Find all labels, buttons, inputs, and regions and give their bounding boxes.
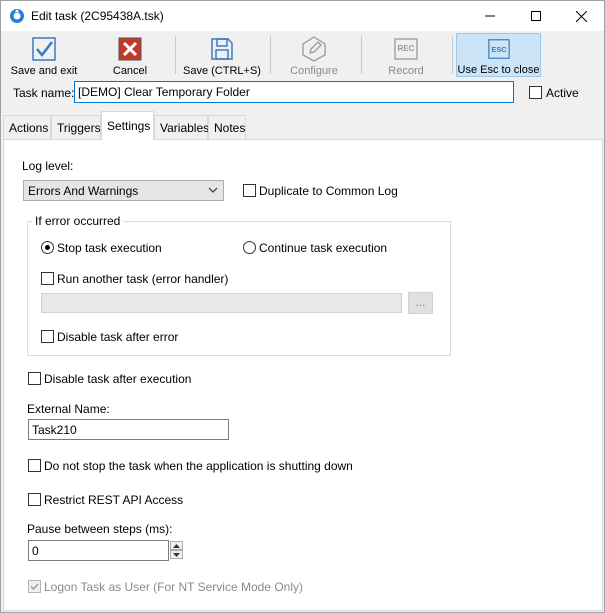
record-icon: REC [394,38,418,60]
browse-button[interactable]: ... [408,292,433,314]
close-button[interactable] [558,1,604,31]
tab-triggers[interactable]: Triggers [51,115,101,139]
toolbar-separator [361,36,362,74]
logon-as-user-checkbox[interactable] [28,580,41,593]
esc-to-close-label: Use Esc to close [457,64,540,76]
continue-execution-radio[interactable] [243,241,256,254]
error-group-title: If error occurred [32,214,124,228]
error-handler-task-input[interactable] [41,293,402,313]
window-title: Edit task (2C95438A.tsk) [31,9,164,23]
pause-increment-button[interactable] [170,541,183,550]
svg-text:REC: REC [398,44,415,53]
esc-to-close-button[interactable]: ESC Use Esc to close [456,33,541,77]
tab-actions[interactable]: Actions [3,115,51,139]
toolbar-separator [452,36,453,74]
pause-input[interactable] [28,540,169,561]
toolbar-separator [175,36,176,74]
tab-notes[interactable]: Notes [208,115,246,139]
record-button[interactable]: REC Record [373,33,439,77]
log-level-select[interactable]: Errors And Warnings [23,180,224,201]
toolbar: Save and exit Cancel Save (CTRL+S) Confi… [1,31,604,78]
save-button[interactable]: Save (CTRL+S) [181,33,263,77]
disable-after-execution-label: Disable task after execution [44,372,192,386]
checkmark-icon [30,583,39,591]
external-name-input[interactable] [28,419,229,440]
configure-button[interactable]: Configure [281,33,347,77]
save-and-exit-label: Save and exit [10,65,78,77]
radio-selected-dot [45,245,50,250]
dont-stop-on-shutdown-label: Do not stop the task when the applicatio… [44,459,353,473]
active-checkbox[interactable] [529,86,542,99]
cancel-icon [118,37,142,61]
pause-label: Pause between steps (ms): [27,522,173,536]
svg-text:ESC: ESC [491,45,507,54]
configure-label: Configure [290,65,338,77]
log-level-value: Errors And Warnings [28,184,139,198]
continue-execution-label: Continue task execution [259,241,388,255]
active-label: Active [546,86,579,100]
chevron-down-icon [208,187,218,193]
disable-after-error-checkbox[interactable] [41,330,54,343]
task-name-label: Task name: [13,86,75,100]
maximize-icon [531,11,541,21]
stop-execution-label: Stop task execution [57,241,162,255]
arrow-down-icon [173,552,180,557]
disable-after-error-label: Disable task after error [57,330,179,344]
tab-variables[interactable]: Variables [154,115,209,139]
minimize-button[interactable] [467,1,513,31]
task-name-input[interactable] [74,81,514,103]
record-label: Record [388,65,424,77]
dont-stop-on-shutdown-checkbox[interactable] [28,459,41,472]
minimize-icon [485,15,495,17]
esc-key-icon: ESC [487,39,510,59]
title-bar: Edit task (2C95438A.tsk) [1,1,604,31]
logon-as-user-label: Logon Task as User (For NT Service Mode … [44,580,303,594]
edit-pencil-icon [302,36,326,62]
cancel-label: Cancel [112,65,148,77]
arrow-up-icon [173,543,180,548]
close-icon [575,10,587,22]
save-and-exit-button[interactable]: Save and exit [5,33,83,77]
app-icon [10,9,24,23]
maximize-button[interactable] [513,1,559,31]
stop-execution-radio[interactable] [41,241,54,254]
pause-decrement-button[interactable] [170,550,183,559]
log-level-label: Log level: [22,159,74,173]
duplicate-log-checkbox[interactable] [243,184,256,197]
duplicate-log-label: Duplicate to Common Log [259,184,398,198]
restrict-rest-checkbox[interactable] [28,493,41,506]
tab-settings[interactable]: Settings [101,111,154,140]
external-name-label: External Name: [27,402,110,416]
settings-panel: Log level: Errors And Warnings Duplicate… [3,139,603,611]
disable-after-execution-checkbox[interactable] [28,372,41,385]
cancel-button[interactable]: Cancel [101,33,159,77]
floppy-disk-icon [211,38,233,60]
edit-task-window: Edit task (2C95438A.tsk) Save and exit C… [0,0,605,613]
run-another-task-checkbox[interactable] [41,272,54,285]
toolbar-separator [270,36,271,74]
restrict-rest-label: Restrict REST API Access [44,493,184,507]
save-label: Save (CTRL+S) [183,65,261,77]
run-another-task-label: Run another task (error handler) [57,272,229,286]
checkmark-icon [32,37,56,61]
